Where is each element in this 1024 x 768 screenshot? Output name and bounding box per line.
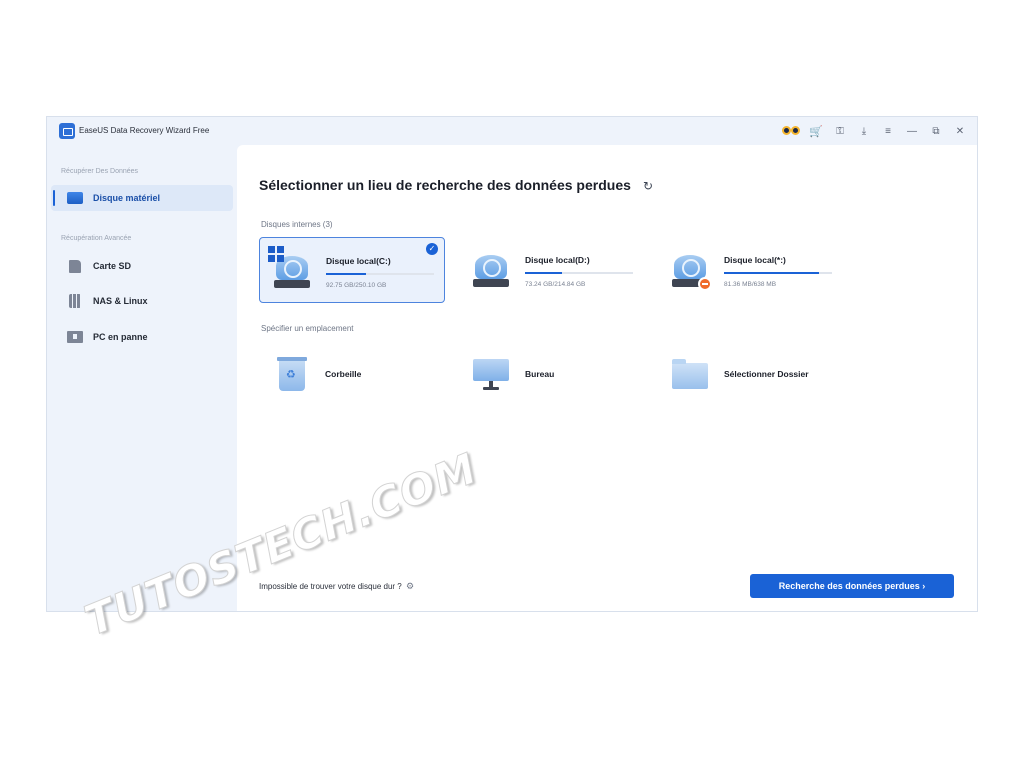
owl-icon[interactable] <box>781 120 803 142</box>
drive-usage-fill <box>326 273 366 275</box>
drive-usage-fill <box>525 272 562 274</box>
download-icon[interactable]: ⤓ <box>853 120 875 142</box>
drive-usage-fill <box>724 272 820 274</box>
sidebar-item-label: Carte SD <box>93 261 132 271</box>
location-select-folder[interactable]: Sélectionner Dossier <box>658 351 844 397</box>
location-name: Corbeille <box>325 369 362 379</box>
sidebar-item-nas-linux[interactable]: NAS & Linux <box>51 288 233 314</box>
cant-find-disk-text: Impossible de trouver votre disque dur ?… <box>259 581 414 592</box>
drive-card-d[interactable]: Disque local(D:) 73.24 GB/214.84 GB <box>459 237 645 303</box>
desktop-icon <box>473 357 509 393</box>
cart-icon[interactable]: 🛒 <box>805 120 827 142</box>
drive-card-unknown[interactable]: Disque local(*:) 81.36 MB/638 MB <box>658 237 844 303</box>
sidebar-section-recover: Récupérer Des Données <box>61 168 139 175</box>
location-desktop[interactable]: Bureau <box>459 351 645 397</box>
key-icon[interactable]: ⚿ <box>829 120 851 142</box>
location-name: Sélectionner Dossier <box>724 369 809 379</box>
internal-disks-label: Disques internes (3) <box>261 220 333 229</box>
nas-icon <box>69 294 81 308</box>
drive-size: 81.36 MB/638 MB <box>724 281 777 288</box>
title-bar: EaseUS Data Recovery Wizard Free 🛒 ⚿ ⤓ ≡… <box>47 117 977 145</box>
drive-size: 92.75 GB/250.10 GB <box>326 282 387 289</box>
sidebar: Récupérer Des Données Disque matériel Ré… <box>47 145 237 611</box>
folder-icon <box>672 357 708 393</box>
specify-location-label: Spécifier un emplacement <box>261 324 354 333</box>
hard-drive-icon <box>473 253 509 289</box>
warning-icon <box>698 277 712 291</box>
minimize-icon[interactable]: — <box>901 120 923 142</box>
close-icon[interactable]: ✕ <box>949 120 971 142</box>
sd-card-icon <box>69 259 81 273</box>
page-title: Sélectionner un lieu de recherche des do… <box>259 177 631 193</box>
sidebar-item-label: NAS & Linux <box>93 296 148 306</box>
drive-name: Disque local(C:) <box>326 256 391 266</box>
recycle-bin-icon <box>273 357 309 393</box>
sidebar-item-label: Disque matériel <box>93 193 161 203</box>
refresh-icon[interactable]: ↻ <box>643 179 653 193</box>
app-window: EaseUS Data Recovery Wizard Free 🛒 ⚿ ⤓ ≡… <box>46 116 978 612</box>
selected-check-icon: ✓ <box>426 243 438 255</box>
sidebar-section-advanced: Récupération Avancée <box>61 235 132 242</box>
disk-icon <box>67 192 83 204</box>
sidebar-item-label: PC en panne <box>93 332 148 342</box>
drive-name: Disque local(D:) <box>525 255 590 265</box>
location-recycle-bin[interactable]: Corbeille <box>259 351 445 397</box>
sidebar-item-crashed-pc[interactable]: PC en panne <box>51 324 233 350</box>
hard-drive-icon <box>672 253 712 291</box>
scan-button[interactable]: Recherche des données perdues › <box>750 574 954 598</box>
hard-drive-icon <box>268 246 310 290</box>
app-logo-icon <box>59 123 75 139</box>
drive-usage-bar <box>525 272 633 274</box>
windows-icon <box>268 246 284 262</box>
gear-icon[interactable]: ⚙ <box>406 581 414 591</box>
menu-icon[interactable]: ≡ <box>877 120 899 142</box>
sidebar-item-hard-disk[interactable]: Disque matériel <box>51 185 233 211</box>
drive-name: Disque local(*:) <box>724 255 786 265</box>
cant-find-disk-link[interactable]: Impossible de trouver votre disque dur ? <box>259 582 402 591</box>
sidebar-item-sd-card[interactable]: Carte SD <box>51 253 233 279</box>
drive-card-c[interactable]: Disque local(C:) 92.75 GB/250.10 GB ✓ <box>259 237 445 303</box>
location-name: Bureau <box>525 369 555 379</box>
pc-icon <box>67 331 83 343</box>
drive-size: 73.24 GB/214.84 GB <box>525 281 586 288</box>
restore-icon[interactable]: ⧉ <box>925 120 947 142</box>
drive-usage-bar <box>724 272 832 274</box>
app-title: EaseUS Data Recovery Wizard Free <box>79 126 210 135</box>
title-bar-controls: 🛒 ⚿ ⤓ ≡ — ⧉ ✕ <box>779 119 971 143</box>
drive-usage-bar <box>326 273 434 275</box>
